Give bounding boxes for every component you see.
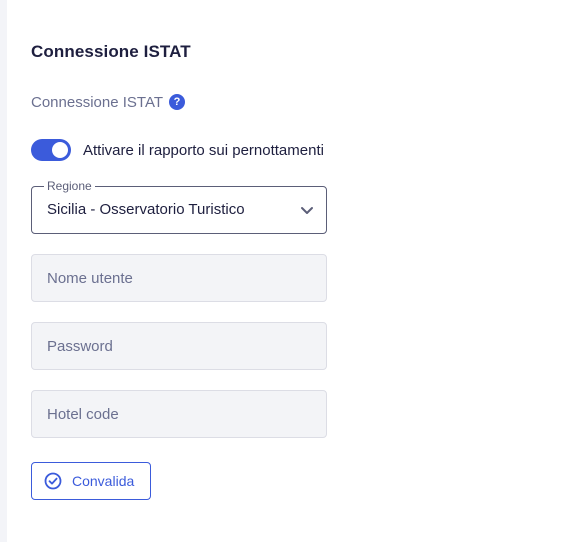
report-toggle[interactable] xyxy=(31,139,71,161)
report-toggle-row: Attivare il rapporto sui pernottamenti xyxy=(31,139,324,161)
hotel-code-input[interactable]: Hotel code xyxy=(31,390,327,438)
subtitle-label: Connessione ISTAT xyxy=(31,93,164,111)
subtitle-row: Connessione ISTAT ? xyxy=(31,92,186,112)
region-value: Sicilia - Osservatorio Turistico xyxy=(47,201,245,218)
region-select[interactable]: Regione Sicilia - Osservatorio Turistico xyxy=(31,178,327,234)
chevron-down-icon xyxy=(301,207,313,214)
check-circle-icon xyxy=(44,472,62,490)
toggle-knob xyxy=(52,142,68,158)
password-input[interactable]: Password xyxy=(31,322,327,370)
istat-settings-card: Connessione ISTAT Connessione ISTAT ? At… xyxy=(7,0,563,542)
validate-button[interactable]: Convalida xyxy=(31,462,151,500)
validate-button-label: Convalida xyxy=(72,473,135,489)
password-placeholder: Password xyxy=(47,338,113,355)
help-icon[interactable]: ? xyxy=(169,94,186,110)
toggle-label: Attivare il rapporto sui pernottamenti xyxy=(83,141,324,159)
username-placeholder: Nome utente xyxy=(47,270,133,287)
section-title: Connessione ISTAT xyxy=(31,42,191,61)
hotel-code-placeholder: Hotel code xyxy=(47,406,119,423)
username-input[interactable]: Nome utente xyxy=(31,254,327,302)
region-legend: Regione xyxy=(44,178,95,194)
